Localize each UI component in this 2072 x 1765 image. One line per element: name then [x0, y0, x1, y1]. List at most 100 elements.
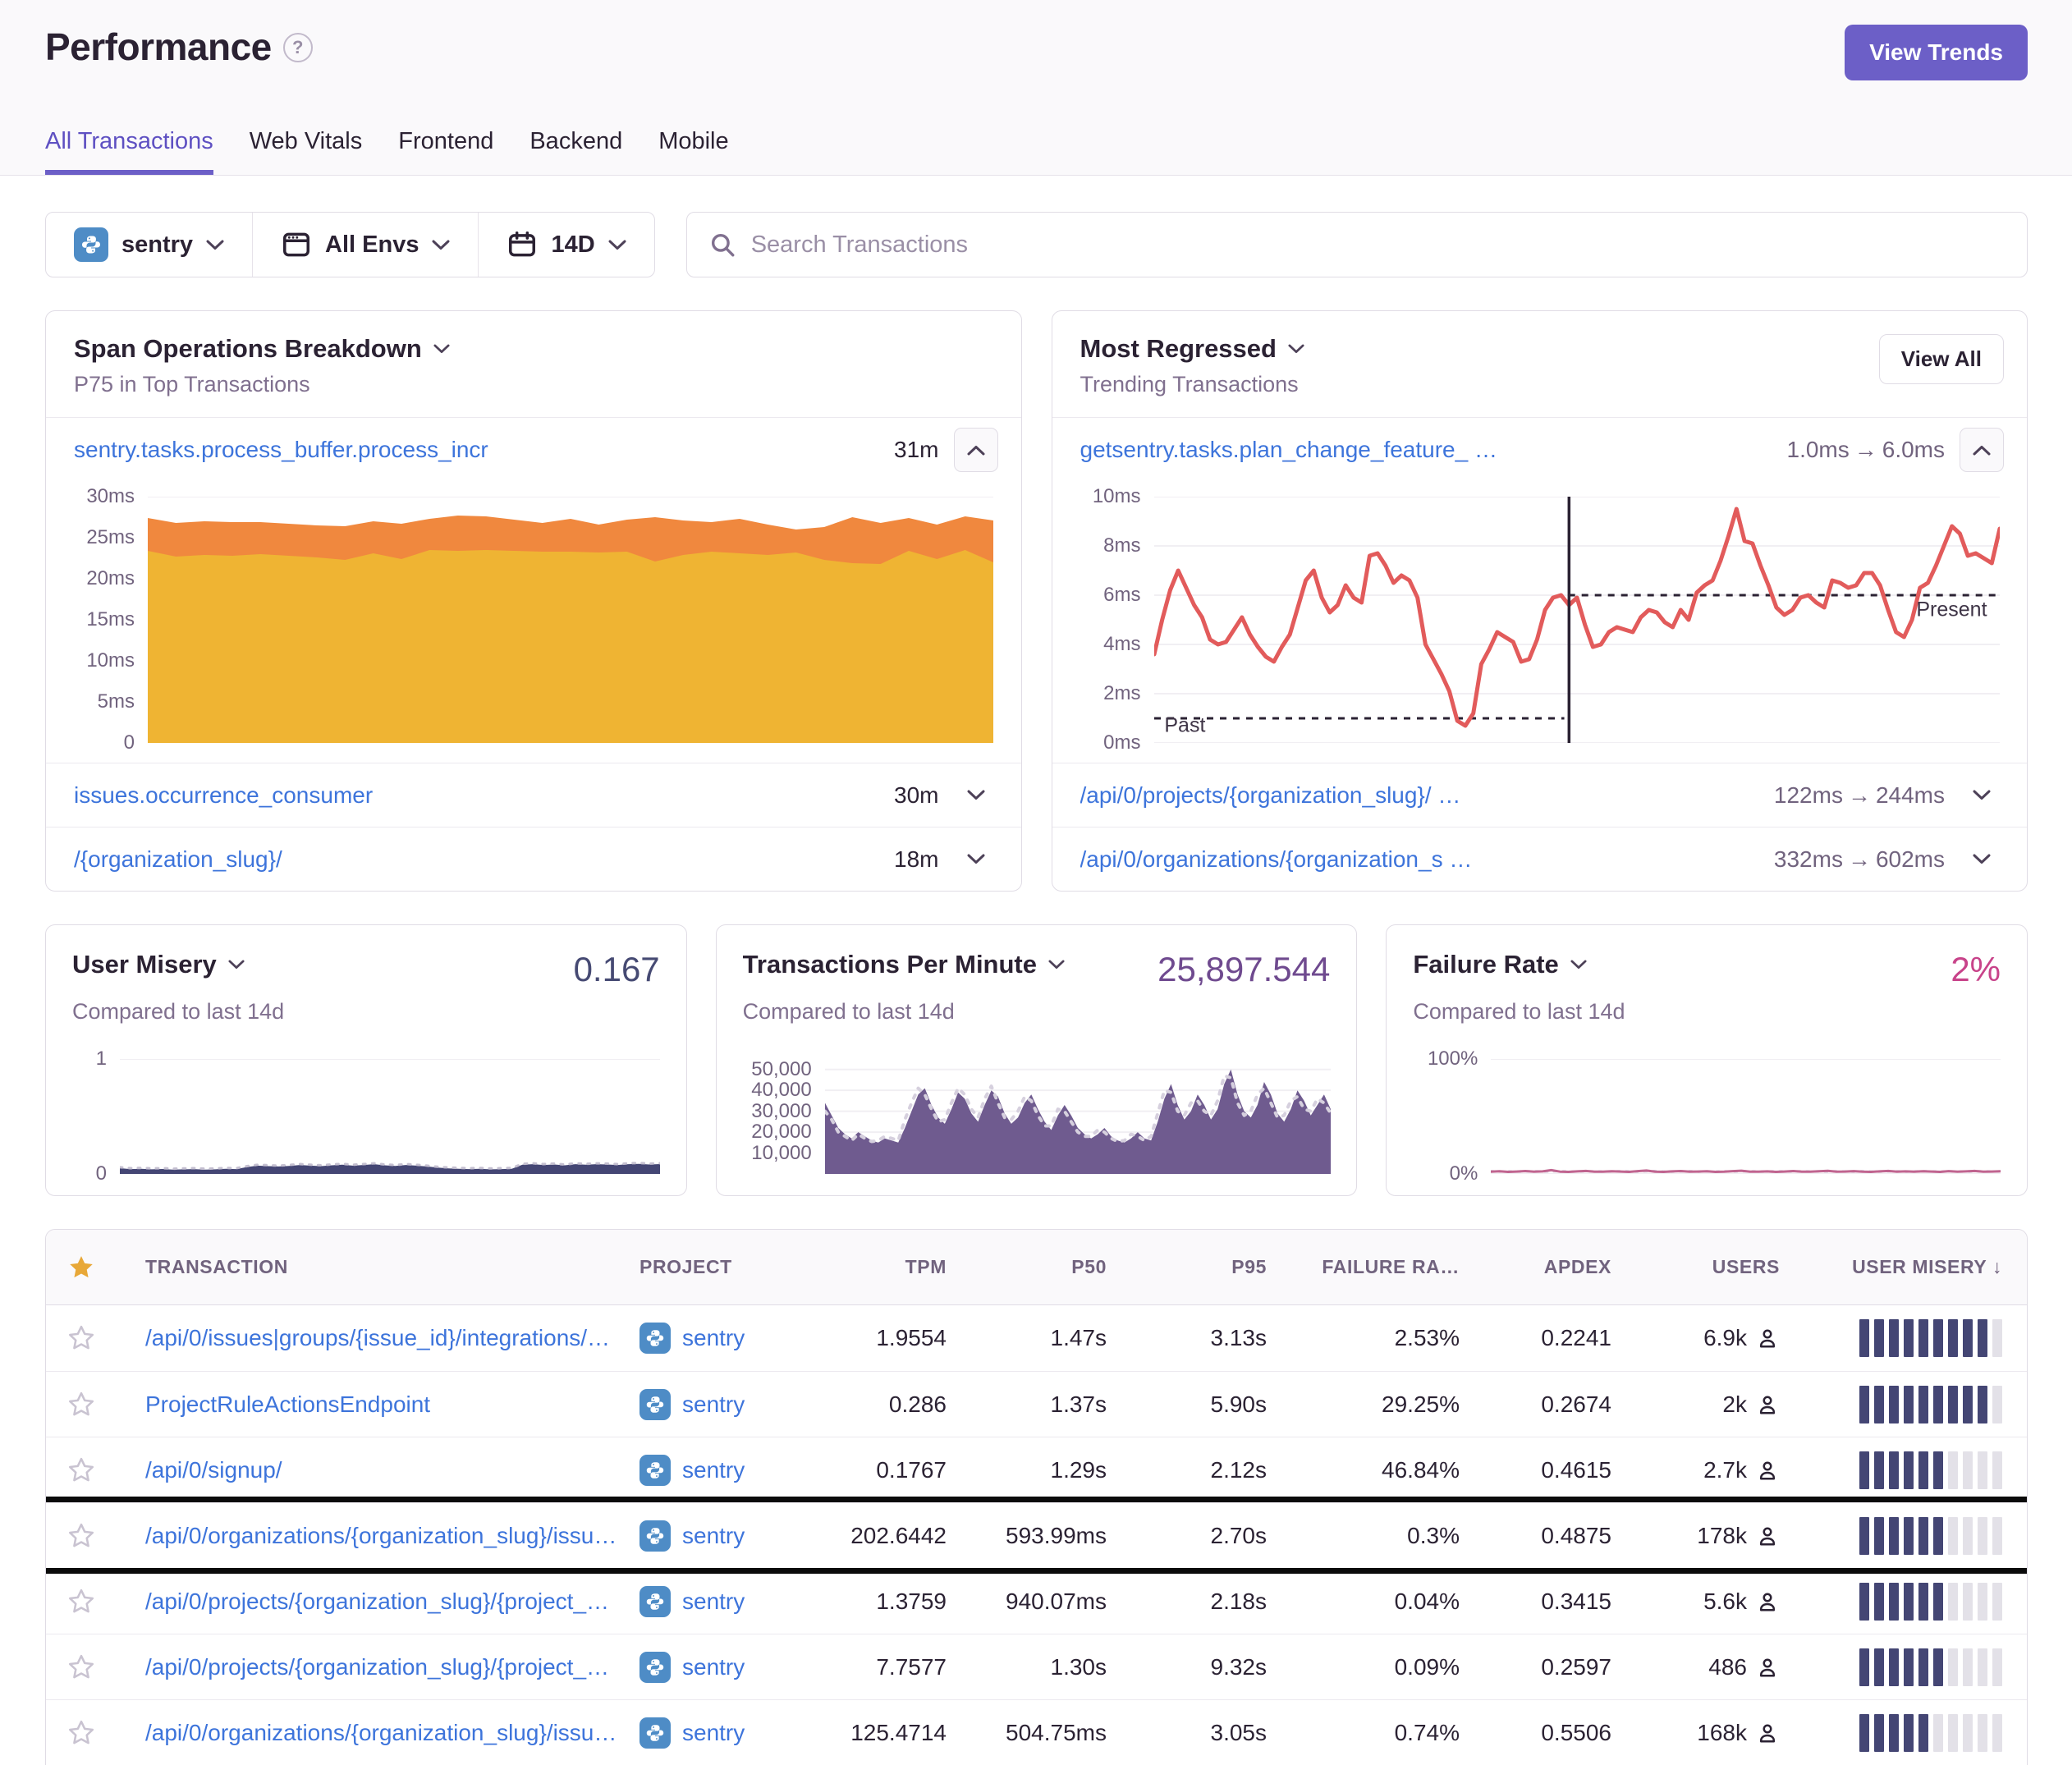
table-row[interactable]: /api/0/organizations/{organization_slug}… [46, 1502, 2027, 1568]
chevron-down-icon [228, 960, 245, 970]
search-input[interactable] [751, 232, 2006, 259]
regressed-transaction-link[interactable]: /api/0/projects/{organization_slug}/ … [1080, 782, 1758, 809]
project-link[interactable]: sentry [639, 1520, 816, 1552]
tab-web-vitals[interactable]: Web Vitals [250, 128, 363, 175]
date-range-filter[interactable]: 14D [478, 213, 653, 277]
column-header-p50[interactable]: P50 [968, 1256, 1128, 1278]
users-cell: 2k [1633, 1391, 1801, 1418]
chevron-down-icon [608, 240, 626, 250]
project-link[interactable]: sentry [639, 1323, 816, 1354]
span-operations-chart: 30ms25ms20ms15ms10ms5ms0 [66, 497, 993, 743]
failure-rate-cell: 29.25% [1288, 1391, 1481, 1418]
span-op-link[interactable]: /{organization_slug}/ [74, 846, 878, 873]
favorite-star-icon[interactable] [46, 1456, 116, 1484]
most-regressed-panel: Most Regressed Trending Transactions Vie… [1052, 310, 2028, 892]
top-bar: Performance ? View Trends All Transactio… [0, 0, 2072, 176]
column-header-transaction[interactable]: TRANSACTION [116, 1256, 639, 1278]
tab-backend[interactable]: Backend [529, 128, 622, 175]
p95-cell: 5.90s [1128, 1391, 1288, 1418]
favorite-star-icon[interactable] [46, 1719, 116, 1747]
tab-mobile[interactable]: Mobile [658, 128, 728, 175]
project-filter[interactable]: sentry [46, 213, 252, 277]
expand-button[interactable] [1960, 837, 2004, 882]
collapse-button[interactable] [1960, 428, 2004, 472]
column-header-apdex[interactable]: APDEX [1481, 1256, 1633, 1278]
project-link[interactable]: sentry [639, 1652, 816, 1683]
apdex-cell: 0.2241 [1481, 1325, 1633, 1351]
table-row[interactable]: /api/0/organizations/{organization_slug}… [46, 1699, 2027, 1765]
transaction-link[interactable]: /api/0/projects/{organization_slug}/{pro… [116, 1588, 639, 1615]
chevron-down-icon [1288, 344, 1304, 354]
expand-button[interactable] [954, 837, 998, 882]
project-link[interactable]: sentry [639, 1455, 816, 1486]
regressed-transaction-link[interactable]: getsentry.tasks.plan_change_feature_ … [1080, 437, 1771, 463]
tab-all-transactions[interactable]: All Transactions [45, 128, 213, 175]
p95-cell: 2.70s [1128, 1523, 1288, 1549]
user-icon [1755, 1326, 1780, 1350]
column-header-users[interactable]: USERS [1633, 1256, 1801, 1278]
column-header-user-misery[interactable]: USER MISERY ↓ [1801, 1256, 2027, 1278]
project-link[interactable]: sentry [639, 1717, 816, 1749]
column-header-tpm[interactable]: TPM [816, 1256, 968, 1278]
transaction-link[interactable]: /api/0/organizations/{organization_slug}… [116, 1523, 639, 1549]
favorite-star-icon[interactable] [46, 1522, 116, 1550]
environment-filter[interactable]: All Envs [252, 213, 478, 277]
user-misery-bar [1859, 1714, 2002, 1752]
project-link[interactable]: sentry [639, 1586, 816, 1617]
tpm-chart: 50,00040,00030,00020,00010,000 [743, 1059, 1331, 1174]
p95-cell: 3.13s [1128, 1325, 1288, 1351]
user-misery-card-title[interactable]: User Misery [72, 950, 245, 979]
table-row[interactable]: /api/0/signup/ sentry 0.1767 1.29s 2.12s… [46, 1437, 2027, 1502]
sort-descending-icon: ↓ [1992, 1256, 2002, 1277]
transaction-link[interactable]: ProjectRuleActionsEndpoint [116, 1391, 639, 1418]
most-regressed-subtitle: Trending Transactions [1080, 372, 2000, 397]
favorite-star-icon[interactable] [46, 1653, 116, 1681]
tab-frontend[interactable]: Frontend [398, 128, 493, 175]
user-misery-card: User Misery 0.167 Compared to last 14d 1… [45, 924, 687, 1196]
favorite-star-icon[interactable] [46, 1324, 116, 1352]
tpm-card-title[interactable]: Transactions Per Minute [743, 950, 1065, 979]
most-regressed-title[interactable]: Most Regressed [1080, 334, 1304, 364]
users-cell: 168k [1633, 1720, 1801, 1746]
tpm-cell: 1.9554 [816, 1325, 968, 1351]
transaction-link[interactable]: /api/0/signup/ [116, 1457, 639, 1483]
user-misery-bar [1859, 1517, 2002, 1555]
p50-cell: 593.99ms [968, 1523, 1128, 1549]
apdex-cell: 0.2674 [1481, 1391, 1633, 1418]
failure-rate-cell: 0.04% [1288, 1588, 1481, 1615]
view-all-button[interactable]: View All [1879, 334, 2004, 384]
failure-rate-card-title[interactable]: Failure Rate [1413, 950, 1586, 979]
span-operations-title[interactable]: Span Operations Breakdown [74, 334, 450, 364]
transaction-link[interactable]: /api/0/organizations/{organization_slug}… [116, 1720, 639, 1746]
favorites-column-star-icon[interactable] [46, 1254, 116, 1281]
regressed-transaction-link[interactable]: /api/0/organizations/{organization_s … [1080, 846, 1758, 873]
python-project-icon [639, 1323, 671, 1354]
chevron-down-icon [1048, 960, 1065, 970]
help-icon[interactable]: ? [283, 33, 313, 62]
column-header-failure-rate[interactable]: FAILURE RA… [1288, 1256, 1481, 1278]
view-trends-button[interactable]: View Trends [1845, 25, 2028, 80]
transaction-link[interactable]: /api/0/issues|groups/{issue_id}/integrat… [116, 1325, 639, 1351]
span-op-link[interactable]: issues.occurrence_consumer [74, 782, 878, 809]
span-op-link[interactable]: sentry.tasks.process_buffer.process_incr [74, 437, 878, 463]
regression-change: 122ms→244ms [1774, 782, 1945, 809]
favorite-star-icon[interactable] [46, 1391, 116, 1419]
transaction-link[interactable]: /api/0/projects/{organization_slug}/{pro… [116, 1654, 639, 1680]
table-row[interactable]: /api/0/issues|groups/{issue_id}/integrat… [46, 1305, 2027, 1371]
collapse-button[interactable] [954, 428, 998, 472]
page-title: Performance [45, 25, 272, 69]
table-row[interactable]: /api/0/projects/{organization_slug}/{pro… [46, 1568, 2027, 1634]
column-header-project[interactable]: PROJECT [639, 1256, 816, 1278]
column-header-p95[interactable]: P95 [1128, 1256, 1288, 1278]
failure-rate-cell: 0.3% [1288, 1523, 1481, 1549]
p50-cell: 1.47s [968, 1325, 1128, 1351]
p50-cell: 940.07ms [968, 1588, 1128, 1615]
table-row[interactable]: ProjectRuleActionsEndpoint sentry 0.286 … [46, 1371, 2027, 1437]
expand-button[interactable] [954, 773, 998, 818]
python-project-icon [639, 1389, 671, 1420]
project-link[interactable]: sentry [639, 1389, 816, 1420]
p95-cell: 2.12s [1128, 1457, 1288, 1483]
favorite-star-icon[interactable] [46, 1588, 116, 1616]
expand-button[interactable] [1960, 773, 2004, 818]
table-row[interactable]: /api/0/projects/{organization_slug}/{pro… [46, 1634, 2027, 1699]
